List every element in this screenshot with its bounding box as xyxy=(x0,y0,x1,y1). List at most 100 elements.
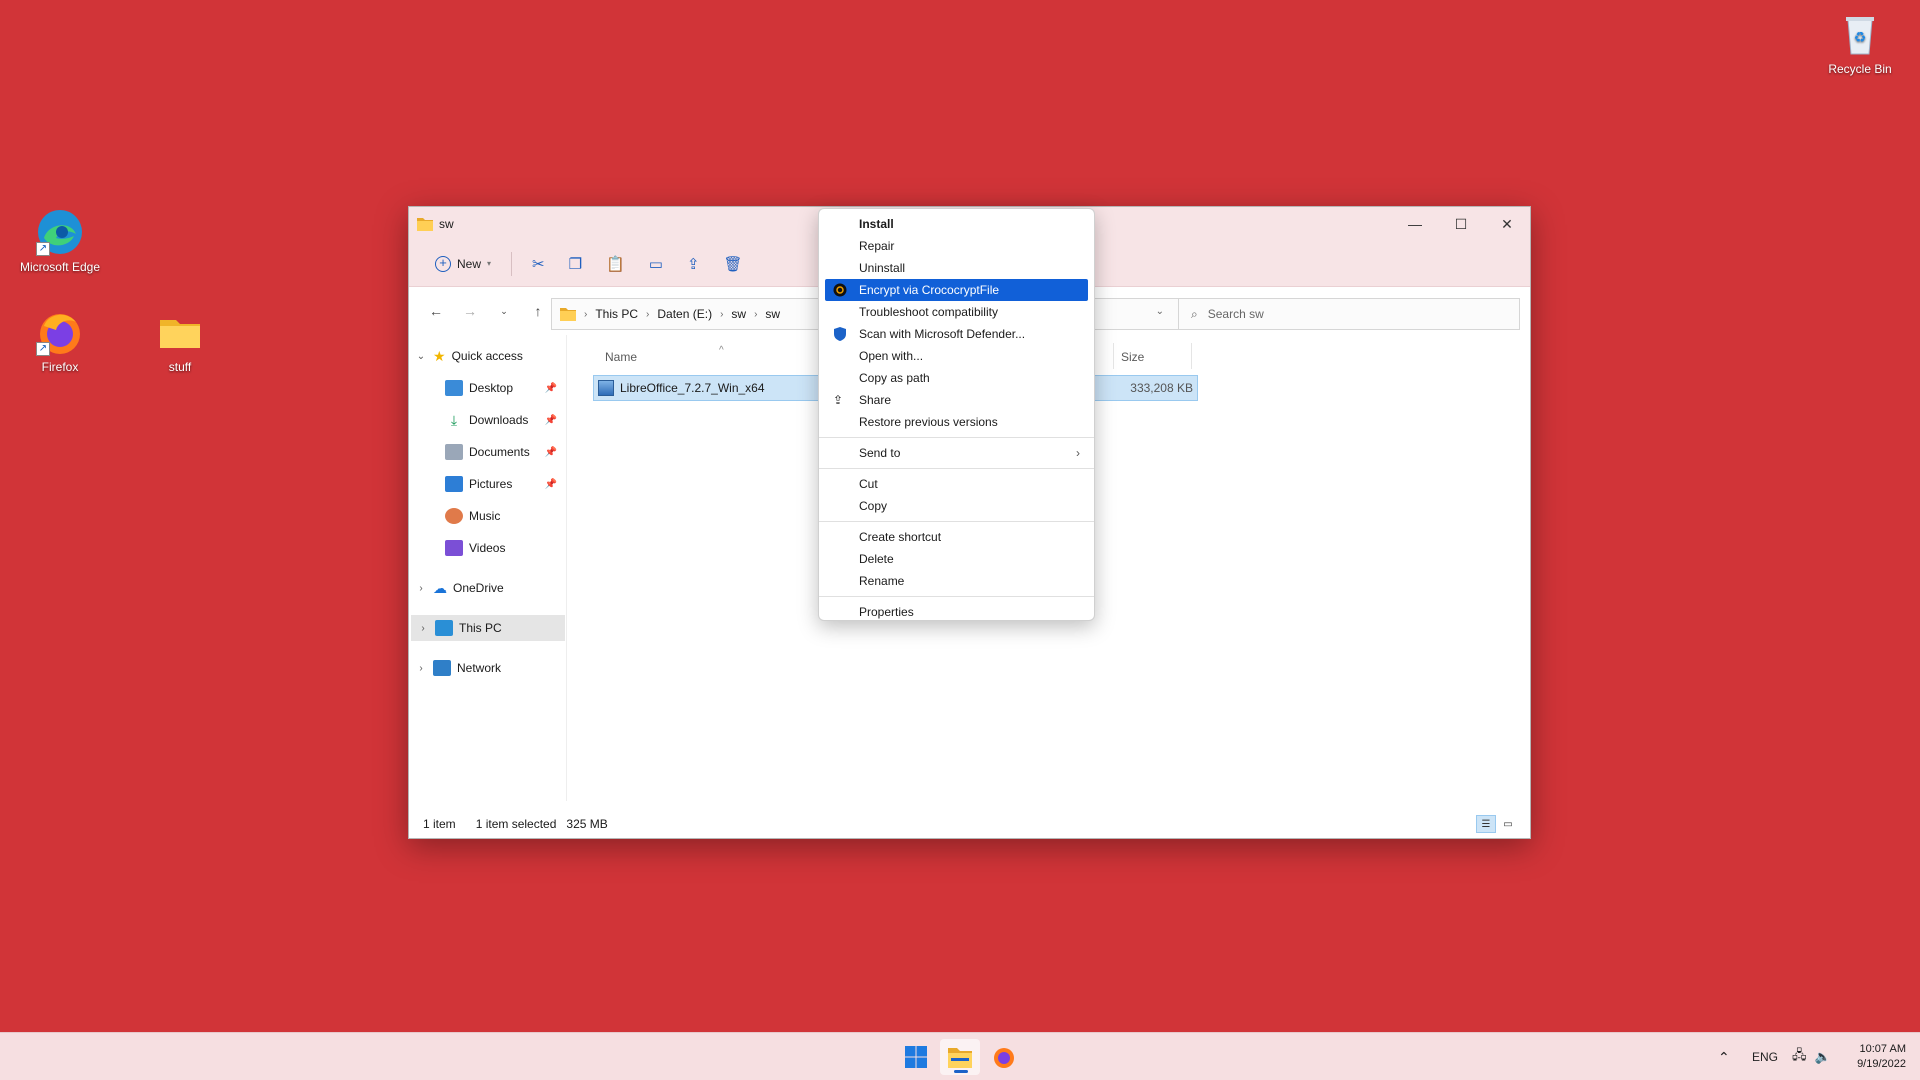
chevron-right-icon: › xyxy=(754,308,758,320)
menu-item-cut[interactable]: Cut xyxy=(825,473,1088,495)
sidebar-item-music[interactable]: Music xyxy=(409,503,567,529)
menu-item-rename[interactable]: Rename xyxy=(825,570,1088,592)
search-box[interactable]: ⌕ Search sw xyxy=(1178,298,1520,330)
sidebar-item-videos[interactable]: Videos xyxy=(409,535,567,561)
tiles-view-button[interactable]: ▭ xyxy=(1498,815,1518,833)
menu-item-open-with[interactable]: Open with... xyxy=(825,345,1088,367)
menu-item-share[interactable]: ⇪ Share xyxy=(825,389,1088,411)
paste-button[interactable]: 📋 xyxy=(596,249,635,279)
recycle-bin-icon: ♻ xyxy=(1836,10,1884,58)
sidebar-item-label: OneDrive xyxy=(453,581,504,595)
taskbar: ⌃ ENG 🖧 🔈 10:07 AM 9/19/2022 xyxy=(0,1032,1920,1080)
copy-button[interactable]: ❐ xyxy=(559,249,592,279)
sidebar-item-network[interactable]: › Network xyxy=(409,655,567,681)
breadcrumb-folder[interactable]: sw xyxy=(731,307,746,321)
new-button-label: New xyxy=(457,256,482,271)
menu-item-repair[interactable]: Repair xyxy=(825,235,1088,257)
menu-item-copy[interactable]: Copy xyxy=(825,495,1088,517)
minimize-button[interactable]: — xyxy=(1392,207,1438,241)
menu-item-label: Troubleshoot compatibility xyxy=(859,305,998,319)
copy-icon: ❐ xyxy=(568,255,583,273)
cut-button[interactable]: ✂ xyxy=(522,249,555,279)
column-divider[interactable] xyxy=(1113,343,1114,369)
menu-item-send-to[interactable]: Send to › xyxy=(825,442,1088,464)
pin-icon[interactable]: 📌 xyxy=(545,447,557,458)
active-indicator xyxy=(954,1070,968,1073)
address-dropdown-icon[interactable]: ⌄ xyxy=(1156,306,1164,317)
status-selected: 1 item selected 325 MB xyxy=(476,817,608,831)
folder-icon xyxy=(156,308,204,356)
context-menu: Install Repair Uninstall Encrypt via Cro… xyxy=(818,208,1095,621)
taskbar-file-explorer[interactable] xyxy=(940,1039,980,1075)
pin-icon[interactable]: 📌 xyxy=(545,415,557,426)
chevron-right-icon: › xyxy=(419,582,423,594)
delete-button[interactable]: 🗑 xyxy=(714,249,753,279)
menu-divider xyxy=(819,437,1094,438)
shortcut-arrow-icon: ↗ xyxy=(36,242,50,256)
sidebar-item-onedrive[interactable]: › ☁ OneDrive xyxy=(409,575,567,601)
desktop-icon-recycle-bin[interactable]: ♻ Recycle Bin xyxy=(1812,10,1908,76)
arrow-up-icon: ↑ xyxy=(534,303,542,319)
menu-item-create-shortcut[interactable]: Create shortcut xyxy=(825,526,1088,548)
input-indicator[interactable]: ENG xyxy=(1752,1033,1778,1080)
close-button[interactable]: ✕ xyxy=(1484,207,1530,241)
menu-item-copy-as-path[interactable]: Copy as path xyxy=(825,367,1088,389)
clock[interactable]: 10:07 AM 9/19/2022 xyxy=(1857,1042,1906,1072)
menu-item-properties[interactable]: Properties xyxy=(825,601,1088,623)
breadcrumb-this-pc[interactable]: This PC xyxy=(595,307,638,321)
share-button[interactable]: ⇪ xyxy=(677,249,710,279)
desktop-icon-label: Microsoft Edge xyxy=(19,260,101,274)
column-header-name[interactable]: Name xyxy=(605,345,637,369)
sidebar-item-label: Music xyxy=(469,509,501,523)
menu-item-delete[interactable]: Delete xyxy=(825,548,1088,570)
recent-locations-button[interactable]: ⌄ xyxy=(489,296,519,326)
forward-button[interactable]: → xyxy=(455,296,485,326)
menu-item-label: Open with... xyxy=(859,349,924,363)
menu-item-scan-defender[interactable]: Scan with Microsoft Defender... xyxy=(825,323,1088,345)
chevron-right-icon: › xyxy=(584,308,588,320)
menu-item-label: Share xyxy=(859,393,892,407)
pin-icon[interactable]: 📌 xyxy=(545,479,557,490)
sidebar-item-label: Downloads xyxy=(469,413,529,427)
quick-settings-button[interactable]: 🖧 🔈 xyxy=(1792,1033,1831,1080)
desktop-folder-icon xyxy=(445,380,463,396)
menu-item-label: Repair xyxy=(859,239,895,253)
installer-icon xyxy=(598,380,614,396)
sidebar-item-quick-access[interactable]: ⌄ ★ Quick access xyxy=(409,343,567,369)
menu-item-uninstall[interactable]: Uninstall xyxy=(825,257,1088,279)
menu-item-restore-previous-versions[interactable]: Restore previous versions xyxy=(825,411,1088,433)
new-button[interactable]: + New ▾ xyxy=(425,249,501,279)
sort-ascending-icon: ^ xyxy=(719,345,724,356)
desktop-icon-firefox[interactable]: ↗ Firefox xyxy=(12,308,108,374)
start-button[interactable] xyxy=(896,1039,936,1075)
shortcut-arrow-icon: ↗ xyxy=(36,342,50,356)
sidebar-item-documents[interactable]: Documents 📌 xyxy=(409,439,567,465)
column-divider[interactable] xyxy=(1191,343,1192,369)
taskbar-firefox[interactable] xyxy=(984,1039,1024,1075)
rename-button[interactable]: ▭ xyxy=(639,249,673,279)
sidebar-item-this-pc[interactable]: › This PC xyxy=(411,615,565,641)
back-button[interactable]: ← xyxy=(421,296,451,326)
desktop-icon-edge[interactable]: ↗ Microsoft Edge xyxy=(12,208,108,274)
menu-item-troubleshoot-compatibility[interactable]: Troubleshoot compatibility xyxy=(825,301,1088,323)
maximize-button[interactable]: ☐ xyxy=(1438,207,1484,241)
menu-item-label: Rename xyxy=(859,574,905,588)
menu-item-install[interactable]: Install xyxy=(825,213,1088,235)
column-header-size[interactable]: Size xyxy=(1121,345,1144,369)
desktop-icon-stuff-folder[interactable]: stuff xyxy=(132,308,228,374)
video-icon xyxy=(445,540,463,556)
pin-icon[interactable]: 📌 xyxy=(545,383,557,394)
show-hidden-icons-chevron-icon[interactable]: ⌃ xyxy=(1718,1049,1730,1066)
paste-icon: 📋 xyxy=(606,255,625,273)
menu-item-label: Restore previous versions xyxy=(859,415,998,429)
breadcrumb-current-folder[interactable]: sw xyxy=(765,307,780,321)
details-view-button[interactable]: ☰ xyxy=(1476,815,1496,833)
sidebar-item-pictures[interactable]: Pictures 📌 xyxy=(409,471,567,497)
search-icon: ⌕ xyxy=(1191,306,1198,321)
menu-item-encrypt-crococryptfile[interactable]: Encrypt via CrococryptFile xyxy=(825,279,1088,301)
status-item-count: 1 item xyxy=(423,817,456,831)
sidebar-item-downloads[interactable]: ⤓ Downloads 📌 xyxy=(409,407,567,433)
breadcrumb-drive[interactable]: Daten (E:) xyxy=(657,307,712,321)
sidebar-item-desktop[interactable]: Desktop 📌 xyxy=(409,375,567,401)
up-button[interactable]: ↑ xyxy=(523,296,553,326)
